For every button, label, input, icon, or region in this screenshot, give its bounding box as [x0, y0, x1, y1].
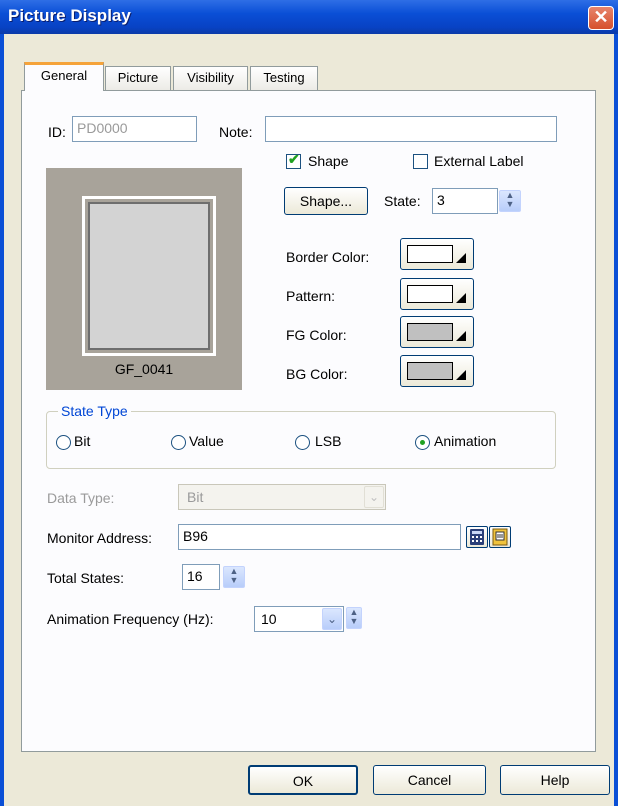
chevron-down-icon: ⌄	[364, 486, 384, 508]
border-color-label: Border Color:	[286, 249, 370, 265]
pattern-label: Pattern:	[286, 288, 336, 304]
pattern-swatch	[407, 285, 453, 303]
dropdown-arrow-icon	[456, 331, 466, 341]
preview-shape-name: GF_0041	[114, 361, 174, 377]
fg-color-picker[interactable]	[400, 316, 474, 348]
help-button[interactable]: Help	[500, 765, 610, 795]
id-label: ID:	[48, 124, 66, 140]
ok-button[interactable]: OK	[248, 765, 358, 795]
border-color-picker[interactable]	[400, 238, 474, 270]
shape-preview: GF_0041	[46, 168, 242, 390]
external-label-checkbox-label: External Label	[434, 153, 524, 169]
state-label: State:	[384, 193, 421, 209]
state-type-title: State Type	[58, 403, 131, 419]
data-type-label: Data Type:	[47, 490, 115, 506]
total-states-field[interactable]: 16	[182, 564, 220, 590]
total-states-label: Total States:	[47, 570, 125, 586]
radio-value[interactable]	[171, 435, 186, 450]
preview-shape-frame	[82, 196, 216, 356]
dropdown-arrow-icon	[456, 253, 466, 263]
shape-checkbox-label: Shape	[308, 153, 349, 169]
title-bar: Picture Display ✕	[0, 0, 618, 34]
external-label-checkbox[interactable]	[413, 154, 428, 169]
pattern-picker[interactable]	[400, 278, 474, 310]
window-frame-right	[614, 34, 618, 806]
note-field[interactable]	[265, 116, 557, 142]
data-type-value: Bit	[187, 489, 204, 505]
radio-lsb-label: LSB	[315, 433, 342, 449]
shape-checkbox[interactable]: ✔	[286, 151, 301, 169]
animation-frequency-spinner[interactable]: ▲ ▼	[346, 607, 362, 629]
bg-color-label: BG Color:	[286, 366, 348, 382]
monitor-address-field[interactable]: B96	[178, 524, 461, 550]
border-color-swatch	[407, 245, 453, 263]
preview-shape-fill	[88, 202, 210, 350]
radio-value-label: Value	[189, 433, 224, 449]
tab-visibility[interactable]: Visibility	[173, 66, 248, 90]
shape-button[interactable]: Shape...	[284, 187, 368, 215]
note-label: Note:	[219, 124, 253, 140]
tab-testing[interactable]: Testing	[250, 66, 318, 90]
close-icon[interactable]: ✕	[588, 6, 614, 30]
state-field[interactable]: 3	[432, 188, 498, 214]
bg-color-picker[interactable]	[400, 355, 474, 387]
bg-color-swatch	[407, 362, 453, 380]
monitor-address-label: Monitor Address:	[47, 530, 153, 546]
dialog-title: Picture Display	[8, 6, 131, 25]
chevron-down-icon[interactable]: ⌄	[322, 608, 342, 630]
radio-animation-label: Animation	[434, 433, 497, 449]
dropdown-arrow-icon	[456, 370, 466, 380]
fg-color-swatch	[407, 323, 453, 341]
window-frame-left	[0, 34, 4, 806]
fg-color-label: FG Color:	[286, 327, 347, 343]
animation-frequency-label: Animation Frequency (Hz):	[47, 611, 214, 627]
radio-bit-label: Bit	[74, 433, 91, 449]
state-spinner[interactable]: ▲ ▼	[499, 190, 521, 212]
radio-animation[interactable]	[415, 435, 430, 450]
address-book-icon[interactable]	[489, 526, 511, 548]
radio-lsb[interactable]	[295, 435, 310, 450]
data-type-select: Bit ⌄	[178, 484, 386, 510]
calculator-icon[interactable]	[466, 526, 488, 548]
radio-bit[interactable]	[56, 435, 71, 450]
check-icon: ✔	[288, 151, 300, 167]
total-states-spinner[interactable]: ▲ ▼	[223, 566, 245, 588]
dropdown-arrow-icon	[456, 293, 466, 303]
id-field: PD0000	[72, 116, 197, 142]
radio-selected-dot	[420, 440, 425, 445]
animation-frequency-select[interactable]: 10 ⌄	[254, 606, 344, 632]
tab-picture[interactable]: Picture	[105, 66, 171, 90]
tab-general[interactable]: General	[24, 62, 104, 91]
cancel-button[interactable]: Cancel	[373, 765, 486, 795]
animation-frequency-value: 10	[261, 611, 277, 627]
picture-display-dialog: Picture Display ✕ General Picture Visibi…	[0, 0, 618, 806]
